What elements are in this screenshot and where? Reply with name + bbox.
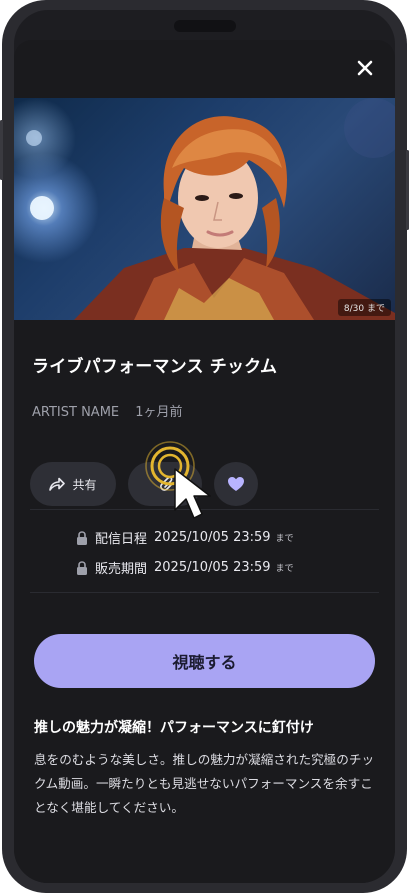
hero-image[interactable]: 8/30 まで [14, 98, 395, 320]
phone-frame: 8/30 まで ライブパフォーマンス チックム ARTIST NAME 1ヶ月前… [0, 0, 409, 893]
delivery-label: 配信日程 [95, 532, 148, 547]
posted-time: 1ヶ月前 [135, 405, 183, 420]
sale-suffix: まで [275, 564, 294, 574]
share-button[interactable]: 共有 [30, 462, 116, 506]
close-button[interactable] [351, 54, 379, 82]
share-label: 共有 [72, 477, 97, 492]
sale-value: 2025/10/05 23:59 [154, 560, 271, 575]
heart-icon [228, 477, 244, 491]
lock-icon [77, 530, 87, 545]
artist-name[interactable]: ARTIST NAME [32, 405, 119, 420]
clip-icon [160, 476, 173, 491]
watch-button[interactable]: 視聴する [34, 634, 375, 688]
phone-notch [173, 20, 236, 32]
divider-top [30, 509, 379, 510]
delivery-schedule-row: 配信日程 2025/10/05 23:59 まで [76, 528, 294, 547]
divider-bottom [30, 592, 379, 593]
close-icon [357, 60, 373, 76]
phone-screen: 8/30 まで ライブパフォーマンス チックム ARTIST NAME 1ヶ月前… [14, 10, 395, 883]
content-sheet: 8/30 まで ライブパフォーマンス チックム ARTIST NAME 1ヶ月前… [14, 40, 395, 883]
delivery-suffix: まで [275, 534, 294, 544]
delivery-value: 2025/10/05 23:59 [154, 530, 271, 545]
share-icon [49, 477, 66, 491]
artist-photo [26, 98, 395, 320]
description-body: 息をのむような美しさ。推しの魅力が凝縮された究極のチックム動画。一瞬たりとも見逃… [34, 752, 375, 815]
clip-button[interactable] [128, 462, 202, 506]
description-headline: 推しの魅力が凝縮！パフォーマンスに釘付け [34, 720, 314, 736]
lock-icon [77, 560, 87, 575]
phone-side-button [0, 120, 3, 180]
action-row: 共有 [30, 462, 258, 506]
like-button[interactable] [214, 462, 258, 506]
content-meta: ARTIST NAME 1ヶ月前 [32, 401, 195, 420]
availability-badge: 8/30 まで [337, 299, 391, 316]
content-title: ライブパフォーマンス チックム [32, 357, 278, 377]
sale-period-row: 販売期間 2025/10/05 23:59 まで [76, 558, 294, 577]
sale-label: 販売期間 [95, 562, 148, 577]
